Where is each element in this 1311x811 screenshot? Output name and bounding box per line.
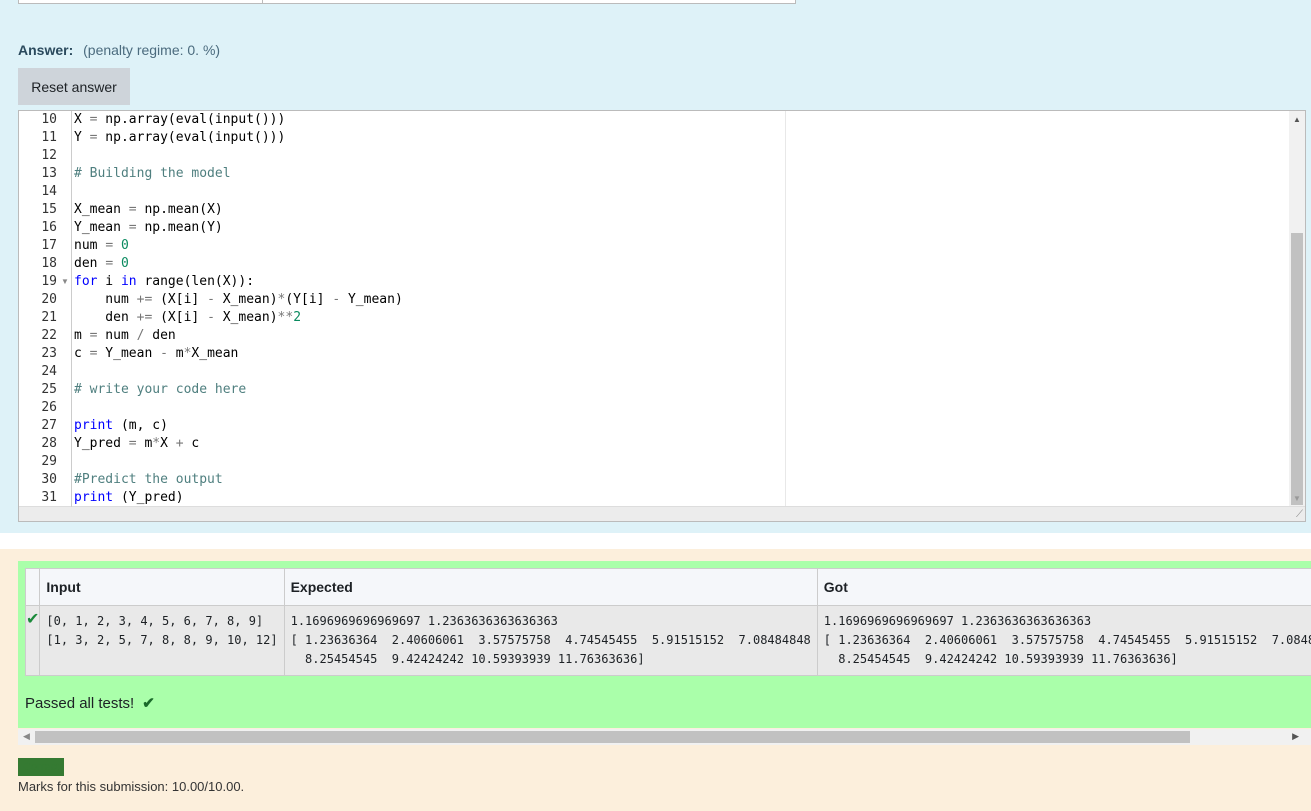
input-cell: [0, 1, 2, 3, 4, 5, 6, 7, 8, 9] [1, 3, 2,… xyxy=(39,605,285,676)
got-cell: 1.1696969696969697 1.2363636363636363 [ … xyxy=(816,605,1311,676)
results-header-row: Input Expected Got xyxy=(24,568,1311,606)
code-line[interactable]: Y_pred = m*X + c xyxy=(74,435,199,453)
line-number: 21 xyxy=(41,310,57,325)
code-line[interactable]: # Building the model xyxy=(74,165,231,183)
reset-answer-button[interactable]: Reset answer xyxy=(18,68,130,105)
code-line[interactable]: c = Y_mean - m*X_mean xyxy=(74,345,238,363)
feedback-region: Input Expected Got ✔ [0, 1, 2, 3, 4, 5, … xyxy=(0,549,1311,811)
line-number: 31 xyxy=(41,490,57,505)
passed-message: Passed all tests! ✔ xyxy=(25,694,155,712)
line-number-gutter: 10 11 12 13 14 15 16 17 18 19 ▼ 20 21 22 23 24 25 26 27 28 2… xyxy=(19,111,69,507)
line-number: 27 xyxy=(41,418,57,433)
code-line[interactable]: # write your code here xyxy=(74,381,246,399)
line-number: 18 xyxy=(41,256,57,271)
code-text-area[interactable]: X = np.array(eval(input())) Y = np.array(… xyxy=(71,111,1289,507)
print-margin xyxy=(785,111,786,507)
line-number: 19 xyxy=(41,274,57,289)
line-number: 22 xyxy=(41,328,57,343)
scroll-up-icon[interactable]: ▲ xyxy=(1293,115,1301,124)
code-line[interactable]: print (m, c) xyxy=(74,417,168,435)
scrollbar-thumb[interactable] xyxy=(35,731,1190,743)
code-line[interactable]: den += (X[i] - X_mean)**2 xyxy=(74,309,301,327)
editor-vertical-scrollbar[interactable]: ▲ ▼ xyxy=(1289,111,1305,507)
expected-column-header: Expected xyxy=(283,568,818,606)
line-number: 28 xyxy=(41,436,57,451)
check-icon: ✔ xyxy=(142,695,155,712)
line-number: 15 xyxy=(41,202,57,217)
scrollbar-thumb[interactable] xyxy=(1291,233,1303,505)
line-number: 26 xyxy=(41,400,57,415)
scroll-left-icon[interactable]: ◀ xyxy=(23,731,30,742)
code-line[interactable]: den = 0 xyxy=(74,255,129,273)
line-number: 17 xyxy=(41,238,57,253)
code-line[interactable]: Y_mean = np.mean(Y) xyxy=(74,219,223,237)
code-line[interactable]: for i in range(len(X)): xyxy=(74,273,254,291)
answer-heading: Answer: (penalty regime: 0. %) xyxy=(18,42,220,58)
correct-badge: Correct xyxy=(18,758,64,776)
test-results-panel: Input Expected Got ✔ [0, 1, 2, 3, 4, 5, … xyxy=(18,561,1311,728)
line-number: 24 xyxy=(41,364,57,379)
table-row: ✔ [0, 1, 2, 3, 4, 5, 6, 7, 8, 9] [1, 3, … xyxy=(24,605,1311,676)
status-column-header xyxy=(24,568,41,606)
code-line[interactable]: Y = np.array(eval(input())) xyxy=(74,129,285,147)
line-number: 11 xyxy=(41,130,57,145)
line-number: 13 xyxy=(41,166,57,181)
answer-region: Answer: (penalty regime: 0. %) Reset ans… xyxy=(0,0,1311,533)
line-number: 20 xyxy=(41,292,57,307)
penalty-regime: (penalty regime: 0. %) xyxy=(83,42,221,58)
editor-footer: ⟋ xyxy=(19,506,1305,521)
scroll-right-icon[interactable]: ▶ xyxy=(1292,731,1299,742)
line-number: 23 xyxy=(41,346,57,361)
marks-text: Marks for this submission: 10.00/10.00. xyxy=(18,779,245,794)
line-number: 10 xyxy=(41,112,57,127)
expected-cell: 1.1696969696969697 1.2363636363636363 [ … xyxy=(283,605,818,676)
code-line[interactable]: num = 0 xyxy=(74,237,129,255)
line-number: 29 xyxy=(41,454,57,469)
code-line[interactable]: m = num / den xyxy=(74,327,176,345)
gutter-divider xyxy=(71,111,72,507)
code-editor[interactable]: 10 11 12 13 14 15 16 17 18 19 ▼ 20 21 22 23 24 25 26 27 28 2… xyxy=(18,110,1306,522)
answer-label: Answer: xyxy=(18,42,74,58)
code-line[interactable]: print (Y_pred) xyxy=(74,489,184,507)
check-icon: ✔ xyxy=(24,605,41,676)
code-line[interactable]: X = np.array(eval(input())) xyxy=(74,111,285,129)
got-column-header: Got xyxy=(816,568,1311,606)
fold-toggle-icon[interactable]: ▼ xyxy=(61,277,69,286)
previous-table-edge xyxy=(18,0,796,4)
results-table: Input Expected Got ✔ [0, 1, 2, 3, 4, 5, … xyxy=(24,568,1311,676)
code-line[interactable]: num += (X[i] - X_mean)*(Y[i] - Y_mean) xyxy=(74,291,402,309)
input-column-header: Input xyxy=(39,568,285,606)
line-number: 12 xyxy=(41,148,57,163)
line-number: 14 xyxy=(41,184,57,199)
line-number: 16 xyxy=(41,220,57,235)
resize-handle-icon[interactable]: ⟋ xyxy=(1296,509,1303,520)
passed-text: Passed all tests! xyxy=(25,695,135,712)
line-number: 25 xyxy=(41,382,57,397)
horizontal-scrollbar[interactable]: ◀ ▶ xyxy=(18,729,1311,745)
code-line[interactable]: #Predict the output xyxy=(74,471,223,489)
line-number: 30 xyxy=(41,472,57,487)
code-line[interactable]: X_mean = np.mean(X) xyxy=(74,201,223,219)
scroll-down-icon[interactable]: ▼ xyxy=(1293,494,1301,503)
